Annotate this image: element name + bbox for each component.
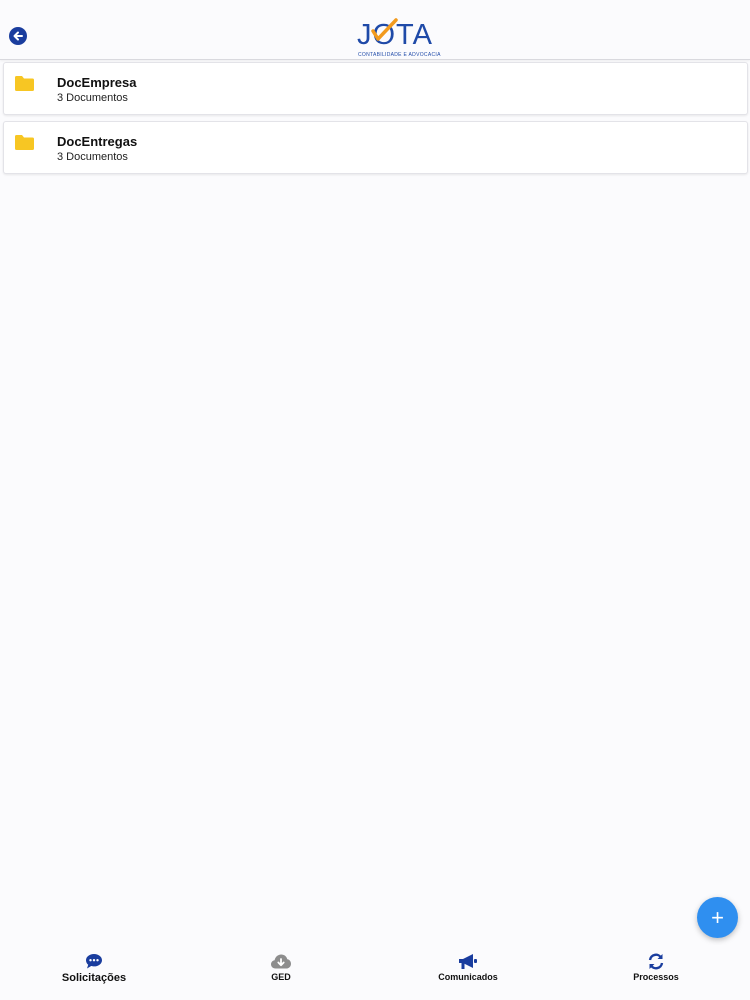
tab-comunicados[interactable]: Comunicados: [408, 953, 528, 993]
logo-subtitle: CONTABILIDADE E ADVOCACIA: [358, 52, 441, 58]
logo-checkmark-icon: [371, 18, 398, 41]
folder-name: DocEmpresa: [57, 75, 137, 90]
cloud-download-icon: [271, 954, 291, 969]
folder-document-count: 3 Documentos: [57, 92, 128, 104]
arrow-left-circle-icon: [13, 31, 23, 41]
tab-label: GED: [271, 972, 291, 982]
back-button[interactable]: [9, 27, 27, 45]
folder-icon: [15, 76, 34, 91]
folder-document-count: 3 Documentos: [57, 151, 128, 163]
folder-item-docempresa[interactable]: DocEmpresa 3 Documentos: [3, 62, 748, 115]
tab-label: Solicitações: [61, 972, 127, 984]
company-logo: JOTA CONTABILIDADE E ADVOCACIA: [355, 17, 441, 59]
app-header: JOTA CONTABILIDADE E ADVOCACIA: [0, 0, 750, 60]
add-button[interactable]: +: [697, 897, 738, 938]
tab-solicitacoes[interactable]: Solicitações: [34, 953, 154, 993]
chat-bubble-icon: [86, 954, 102, 969]
megaphone-icon: [459, 954, 477, 969]
tab-label: Comunicados: [438, 972, 498, 982]
folder-icon: [15, 135, 34, 150]
folder-item-docentregas[interactable]: DocEntregas 3 Documentos: [3, 121, 748, 174]
tab-processos[interactable]: Processos: [596, 953, 716, 993]
folder-name: DocEntregas: [57, 134, 138, 149]
tab-label: Processos: [633, 972, 679, 982]
folder-list: DocEmpresa 3 Documentos DocEntregas 3 Do…: [3, 62, 748, 180]
tab-ged[interactable]: GED: [221, 953, 341, 993]
sync-icon: [648, 953, 664, 970]
bottom-tab-bar: Solicitações GED Comunicados Processos: [0, 945, 750, 1000]
